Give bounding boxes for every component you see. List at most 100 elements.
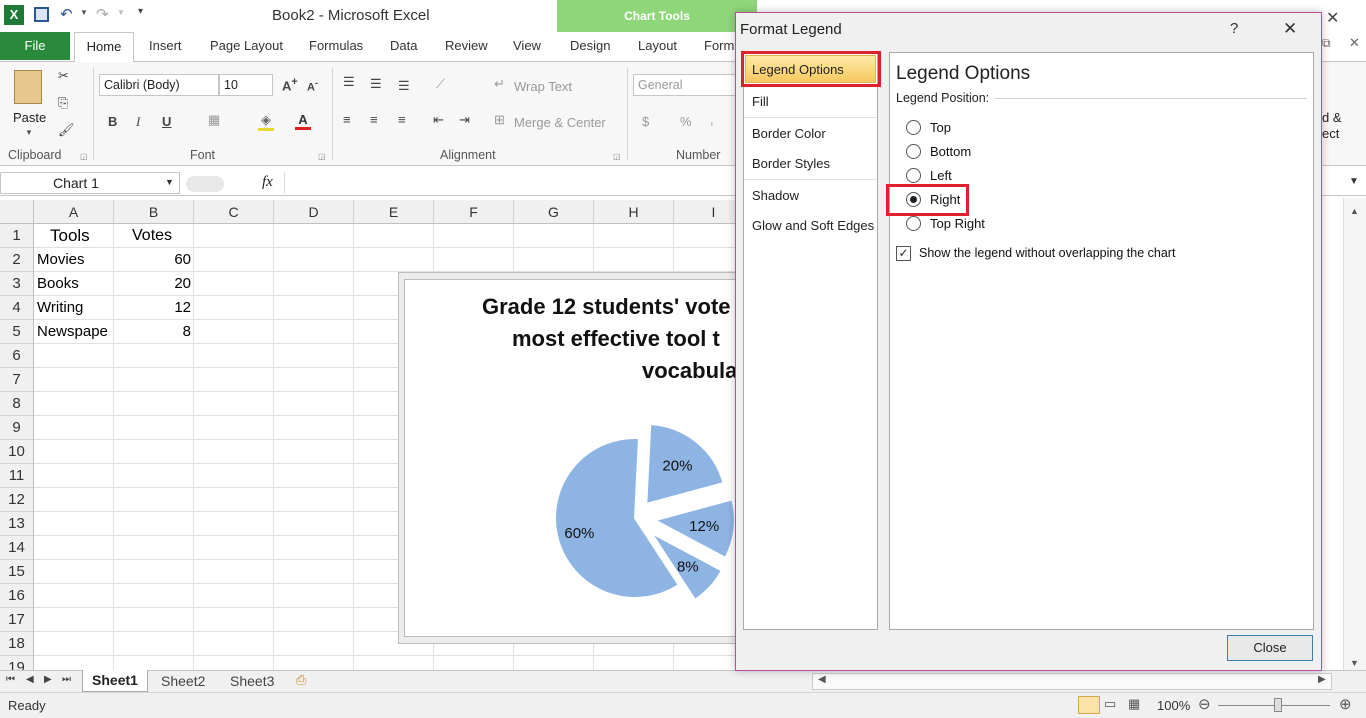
nav-item-border-color[interactable]: Border Color xyxy=(752,126,826,141)
cell-b1[interactable]: Votes xyxy=(132,224,206,248)
row-header-15[interactable]: 15 xyxy=(0,560,34,584)
radio-top-right[interactable] xyxy=(906,216,921,231)
dialog-close-icon[interactable]: ✕ xyxy=(1283,19,1297,39)
fill-color-icon[interactable]: ◈ xyxy=(258,112,274,131)
radio-top-label[interactable]: Top xyxy=(930,120,951,135)
paste-dropdown-icon[interactable]: ▼ xyxy=(25,128,33,137)
zoom-level[interactable]: 100% xyxy=(1157,698,1190,713)
redo-icon[interactable]: ↷ xyxy=(96,5,109,23)
tab-view[interactable]: View xyxy=(513,38,541,53)
insert-sheet-icon[interactable]: ⎙ xyxy=(296,672,306,688)
zoom-slider-thumb[interactable] xyxy=(1274,698,1282,712)
tab-sheet1[interactable]: Sheet1 xyxy=(82,670,148,692)
column-header-g[interactable]: G xyxy=(514,200,594,224)
row-header-1[interactable]: 1 xyxy=(0,224,34,248)
radio-left-label[interactable]: Left xyxy=(930,168,952,183)
row-header-10[interactable]: 10 xyxy=(0,440,34,464)
row-header-16[interactable]: 16 xyxy=(0,584,34,608)
row-header-17[interactable]: 17 xyxy=(0,608,34,632)
column-header-b[interactable]: B xyxy=(114,200,194,224)
align-center-icon[interactable]: ≡ xyxy=(370,112,378,127)
currency-icon[interactable]: $ xyxy=(642,114,649,129)
insert-function-icon[interactable]: fx xyxy=(262,174,273,191)
save-icon[interactable] xyxy=(34,7,49,22)
row-header-4[interactable]: 4 xyxy=(0,296,34,320)
row-header-6[interactable]: 6 xyxy=(0,344,34,368)
undo-icon[interactable]: ↶ xyxy=(60,5,73,23)
no-overlap-checkbox-label[interactable]: Show the legend without overlapping the … xyxy=(919,246,1175,260)
dialog-help-icon[interactable]: ? xyxy=(1230,20,1238,37)
normal-view-icon[interactable] xyxy=(1078,696,1100,714)
comma-icon[interactable]: , xyxy=(710,112,714,127)
row-header-18[interactable]: 18 xyxy=(0,632,34,656)
hscroll-right-icon[interactable]: ▶ xyxy=(1318,674,1326,685)
cell-a5[interactable]: Newspape xyxy=(37,320,111,344)
underline-icon[interactable]: U xyxy=(162,114,171,129)
italic-icon[interactable]: I xyxy=(136,114,140,130)
undo-dropdown-icon[interactable]: ▼ xyxy=(80,8,88,17)
row-header-9[interactable]: 9 xyxy=(0,416,34,440)
cell-a3[interactable]: Books xyxy=(37,272,111,296)
row-header-5[interactable]: 5 xyxy=(0,320,34,344)
cell-b5[interactable]: 8 xyxy=(117,320,191,344)
clipboard-launcher-icon[interactable]: ◲ xyxy=(80,152,88,161)
percent-icon[interactable]: % xyxy=(680,114,692,129)
row-header-7[interactable]: 7 xyxy=(0,368,34,392)
column-header-a[interactable]: A xyxy=(34,200,114,224)
next-sheet-icon[interactable]: ▶ xyxy=(44,674,52,685)
page-break-view-icon[interactable]: ▦ xyxy=(1128,696,1140,712)
paste-button[interactable]: Paste xyxy=(13,110,46,125)
nav-item-glow-soft-edges[interactable]: Glow and Soft Edges xyxy=(752,218,874,233)
merge-center-button[interactable]: Merge & Center xyxy=(514,115,606,130)
wrap-text-icon[interactable]: ↵ xyxy=(494,76,505,92)
cell-b3[interactable]: 20 xyxy=(117,272,191,296)
format-painter-icon[interactable]: 🖌 xyxy=(58,122,75,138)
row-header-13[interactable]: 13 xyxy=(0,512,34,536)
copy-icon[interactable]: ⎘ xyxy=(58,95,68,111)
cell-b4[interactable]: 12 xyxy=(117,296,191,320)
nav-item-border-styles[interactable]: Border Styles xyxy=(752,156,830,171)
prev-sheet-icon[interactable]: ◀ xyxy=(26,674,34,685)
close-button[interactable]: Close xyxy=(1227,635,1313,661)
paste-icon[interactable] xyxy=(14,70,42,104)
page-layout-view-icon[interactable]: ▭ xyxy=(1104,696,1116,712)
hscroll-left-icon[interactable]: ◀ xyxy=(818,674,826,685)
cut-icon[interactable]: ✂ xyxy=(58,68,69,84)
nav-item-shadow[interactable]: Shadow xyxy=(752,188,799,203)
tab-file[interactable]: File xyxy=(0,32,70,60)
scroll-down-icon[interactable]: ▼ xyxy=(1350,658,1359,668)
nav-item-fill[interactable]: Fill xyxy=(752,94,769,109)
column-header-i[interactable]: I xyxy=(674,200,740,224)
row-header-19[interactable]: 19 xyxy=(0,656,34,670)
select-all-corner[interactable] xyxy=(0,200,34,224)
borders-icon[interactable]: ▦ xyxy=(208,112,220,128)
tab-page-layout[interactable]: Page Layout xyxy=(210,38,283,53)
name-box[interactable]: Chart 1 xyxy=(0,172,180,194)
vertical-scrollbar[interactable] xyxy=(1343,198,1366,670)
first-sheet-icon[interactable]: ⏮ xyxy=(6,674,15,685)
zoom-out-icon[interactable]: ⊖ xyxy=(1198,695,1211,713)
radio-bottom[interactable] xyxy=(906,144,921,159)
ribbon-restore-icon[interactable]: ⧉ xyxy=(1322,36,1331,51)
formula-input[interactable] xyxy=(284,172,736,194)
tab-layout[interactable]: Layout xyxy=(638,38,677,53)
font-size-combo[interactable]: 10 xyxy=(219,74,273,96)
shrink-font-icon[interactable]: A- xyxy=(307,78,318,94)
radio-top[interactable] xyxy=(906,120,921,135)
align-top-icon[interactable]: ☰ xyxy=(343,74,355,90)
font-name-combo[interactable]: Calibri (Body) xyxy=(99,74,219,96)
alignment-launcher-icon[interactable]: ◲ xyxy=(613,152,621,161)
align-right-icon[interactable]: ≡ xyxy=(398,112,406,127)
tab-review[interactable]: Review xyxy=(445,38,488,53)
radio-bottom-label[interactable]: Bottom xyxy=(930,144,971,159)
radio-top-right-label[interactable]: Top Right xyxy=(930,216,985,231)
tab-sheet2[interactable]: Sheet2 xyxy=(161,673,205,689)
bold-icon[interactable]: B xyxy=(108,114,117,129)
column-header-e[interactable]: E xyxy=(354,200,434,224)
redo-dropdown-icon[interactable]: ▼ xyxy=(117,8,125,17)
cell-a1[interactable]: Tools xyxy=(50,224,124,248)
column-header-d[interactable]: D xyxy=(274,200,354,224)
row-header-8[interactable]: 8 xyxy=(0,392,34,416)
column-header-f[interactable]: F xyxy=(434,200,514,224)
merge-center-icon[interactable]: ⊞ xyxy=(494,112,505,128)
